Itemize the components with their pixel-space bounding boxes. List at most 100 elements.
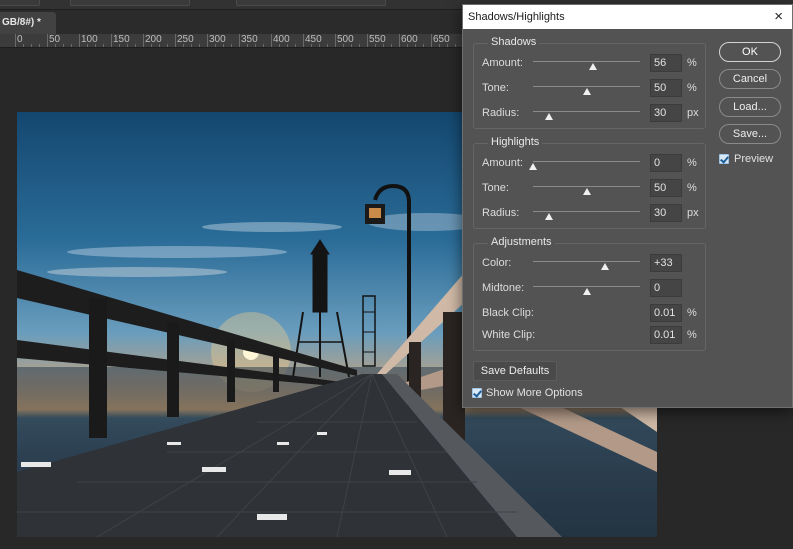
adjustments-color-row: Color: +33 <box>474 254 707 274</box>
options-field[interactable] <box>0 0 40 6</box>
show-more-options-checkbox[interactable] <box>472 388 482 398</box>
white-clip-row: White Clip: 0.01 % <box>474 326 707 346</box>
preview-checkbox[interactable] <box>719 154 729 164</box>
ruler-minor-tick <box>327 44 328 47</box>
adjustments-midtone-row: Midtone: 0 <box>474 279 707 299</box>
ruler-minor-tick <box>95 44 96 47</box>
black-clip-row: Black Clip: 0.01 % <box>474 304 707 324</box>
options-field[interactable] <box>70 0 190 6</box>
options-field[interactable] <box>236 0 386 6</box>
highlights-tone-thumb[interactable] <box>582 188 591 195</box>
ruler-minor-tick <box>63 44 64 47</box>
white-clip-label: White Clip: <box>482 329 536 341</box>
black-clip-input[interactable]: 0.01 <box>650 304 682 322</box>
highlights-radius-label: Radius: <box>482 207 520 219</box>
highlights-radius-slider[interactable] <box>533 211 640 212</box>
ruler-minor-tick <box>439 44 440 47</box>
ruler-minor-tick <box>279 44 280 47</box>
ruler-minor-tick <box>295 44 296 47</box>
ruler-minor-tick <box>247 44 248 47</box>
load-button[interactable]: Load... <box>719 97 781 117</box>
ruler-minor-tick <box>103 44 104 47</box>
save-button[interactable]: Save... <box>719 124 781 144</box>
ruler-minor-tick <box>159 44 160 47</box>
ruler-minor-tick <box>351 44 352 47</box>
highlights-radius-unit: px <box>687 207 699 219</box>
shadows-radius-row: Radius: 30 px <box>474 104 707 124</box>
ruler-minor-tick <box>319 44 320 47</box>
ruler-minor-tick <box>415 44 416 47</box>
ruler-minor-tick <box>455 44 456 47</box>
midtone-thumb[interactable] <box>582 288 591 295</box>
ruler-minor-tick <box>231 44 232 47</box>
close-icon[interactable]: × <box>774 5 783 29</box>
midtone-input[interactable]: 0 <box>650 279 682 297</box>
ruler-minor-tick <box>383 44 384 47</box>
shadows-tone-slider[interactable] <box>533 86 640 87</box>
highlights-amount-input[interactable]: 0 <box>650 154 682 172</box>
ruler-minor-tick <box>343 44 344 47</box>
dialog-titlebar[interactable]: Shadows/Highlights × <box>463 5 792 29</box>
save-defaults-button[interactable]: Save Defaults <box>473 361 557 381</box>
shadows-amount-unit: % <box>687 57 697 69</box>
ruler-minor-tick <box>215 44 216 47</box>
white-clip-unit: % <box>687 329 697 341</box>
ruler-minor-tick <box>447 44 448 47</box>
shadows-amount-input[interactable]: 56 <box>650 54 682 72</box>
ruler-minor-tick <box>359 44 360 47</box>
color-thumb[interactable] <box>600 263 609 270</box>
ruler-tick-label: 50 <box>49 34 61 45</box>
highlights-radius-row: Radius: 30 px <box>474 204 707 224</box>
group-title-shadows: Shadows <box>488 36 540 48</box>
cancel-button[interactable]: Cancel <box>719 69 781 89</box>
ok-button[interactable]: OK <box>719 42 781 62</box>
white-clip-input[interactable]: 0.01 <box>650 326 682 344</box>
black-clip-unit: % <box>687 307 697 319</box>
ruler-minor-tick <box>87 44 88 47</box>
shadows-group: Shadows Amount: 56 % Tone: 50 % Radius: … <box>473 36 707 129</box>
shadows-tone-thumb[interactable] <box>582 88 591 95</box>
ruler-minor-tick <box>407 44 408 47</box>
highlights-tone-row: Tone: 50 % <box>474 179 707 199</box>
shadows-radius-label: Radius: <box>482 107 520 119</box>
highlights-amount-slider[interactable] <box>533 161 640 162</box>
ruler-minor-tick <box>287 44 288 47</box>
midtone-slider[interactable] <box>533 286 640 287</box>
ruler-minor-tick <box>23 44 24 47</box>
highlights-tone-input[interactable]: 50 <box>650 179 682 197</box>
group-title-adjustments: Adjustments <box>488 236 555 248</box>
shadows-radius-slider[interactable] <box>533 111 640 112</box>
shadows-tone-row: Tone: 50 % <box>474 79 707 99</box>
adjustments-group: Adjustments Color: +33 Midtone: 0 Black … <box>473 236 707 351</box>
shadows-amount-thumb[interactable] <box>588 63 597 70</box>
shadows-tone-label: Tone: <box>482 82 509 94</box>
document-tab-title: GB/8#) * <box>2 17 41 28</box>
shadows-radius-thumb[interactable] <box>545 113 554 120</box>
highlights-amount-thumb[interactable] <box>529 163 537 170</box>
ruler-minor-tick <box>423 44 424 47</box>
ruler-minor-tick <box>199 44 200 47</box>
highlights-amount-unit: % <box>687 157 697 169</box>
group-title-highlights: Highlights <box>488 136 543 148</box>
midtone-label: Midtone: <box>482 282 525 294</box>
document-tab[interactable]: GB/8#) * <box>0 12 56 34</box>
ruler-minor-tick <box>119 44 120 47</box>
shadows-amount-slider[interactable] <box>533 61 640 62</box>
shadows-radius-input[interactable]: 30 <box>650 104 682 122</box>
ruler-minor-tick <box>127 44 128 47</box>
show-more-options-label: Show More Options <box>486 387 583 399</box>
ruler-minor-tick <box>151 44 152 47</box>
shadows-tone-input[interactable]: 50 <box>650 79 682 97</box>
shadows-tone-unit: % <box>687 82 697 94</box>
highlights-tone-unit: % <box>687 182 697 194</box>
highlights-radius-input[interactable]: 30 <box>650 204 682 222</box>
highlights-radius-thumb[interactable] <box>545 213 554 220</box>
color-label: Color: <box>482 257 512 269</box>
ruler-minor-tick <box>391 44 392 47</box>
highlights-tone-slider[interactable] <box>533 186 640 187</box>
highlights-amount-label: Amount: <box>482 157 523 169</box>
color-slider[interactable] <box>533 261 640 262</box>
ruler-minor-tick <box>135 44 136 47</box>
color-input[interactable]: +33 <box>650 254 682 272</box>
ruler-minor-tick <box>71 44 72 47</box>
